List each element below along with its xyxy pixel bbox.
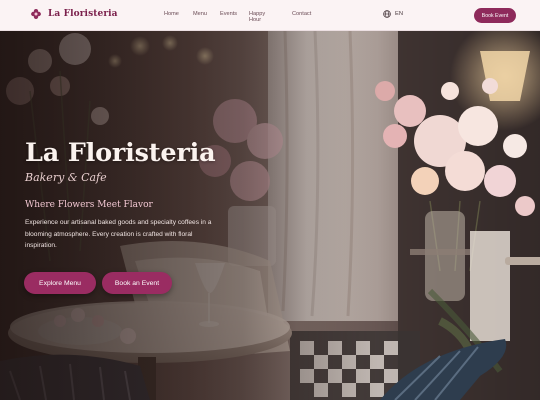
hero-section: La Floristeria Bakery & Cafe Where Flowe…: [0, 31, 540, 400]
hero-tagline: Where Flowers Meet Flavor: [25, 200, 153, 210]
globe-icon: [383, 10, 391, 18]
hero-subtitle: Bakery & Cafe: [25, 171, 107, 184]
top-navbar: La Floristeria Home Menu Events Happy Ho…: [0, 0, 540, 31]
hero-title: La Floristeria: [25, 138, 216, 168]
hero-description: Experience our artisanal baked goods and…: [25, 219, 212, 249]
nav-link-contact[interactable]: Contact: [292, 11, 311, 17]
brand[interactable]: La Floristeria: [30, 8, 118, 20]
nav-link-home[interactable]: Home: [164, 11, 179, 17]
explore-menu-button[interactable]: Explore Menu: [24, 272, 96, 294]
language-selector[interactable]: EN: [383, 10, 403, 18]
language-label: EN: [395, 11, 404, 17]
nav-link-menu[interactable]: Menu: [193, 11, 207, 17]
flower-logo-icon: [30, 8, 42, 20]
brand-name: La Floristeria: [48, 9, 118, 19]
book-an-event-button[interactable]: Book an Event: [102, 272, 172, 294]
hero-text-block: La Floristeria Bakery & Cafe Where Flowe…: [25, 139, 255, 252]
nav-link-happy-hour[interactable]: Happy Hour: [249, 11, 265, 23]
nav-link-events[interactable]: Events: [220, 11, 237, 17]
book-event-button[interactable]: Book Event: [474, 8, 516, 23]
